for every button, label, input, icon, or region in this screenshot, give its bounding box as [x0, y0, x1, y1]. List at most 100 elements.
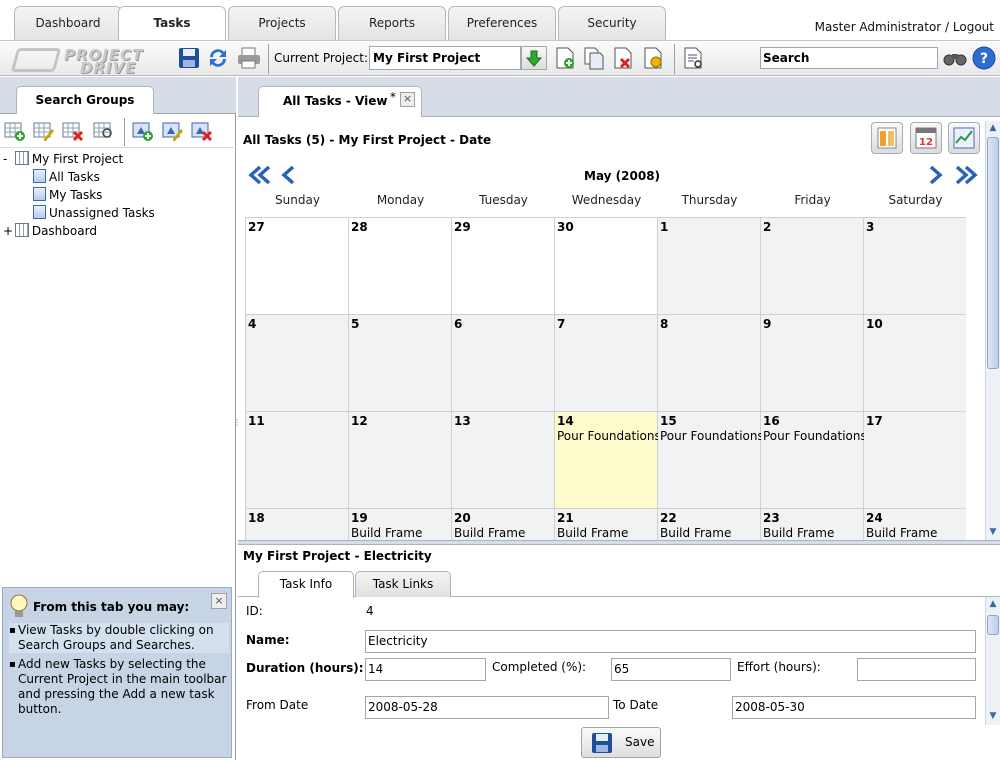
next-month-icon[interactable] — [928, 164, 944, 189]
tree-item-my-first-project[interactable]: - My First Project — [3, 150, 123, 168]
print-icon[interactable] — [236, 46, 260, 70]
add-search-icon[interactable] — [131, 120, 155, 142]
scroll-up-icon[interactable]: ▲ — [986, 597, 1000, 611]
calendar-day-cell[interactable]: 30 — [555, 218, 658, 315]
calendar-day-cell[interactable]: 10 — [864, 315, 966, 412]
calendar-day-cell[interactable]: 1 — [658, 218, 761, 315]
close-tab-icon[interactable]: × — [400, 92, 415, 107]
calendar-event[interactable]: Build Frame — [660, 526, 731, 540]
next-year-icon[interactable] — [954, 164, 978, 189]
tab-preferences[interactable]: Preferences — [448, 6, 556, 40]
calendar-day-cell[interactable]: 6 — [452, 315, 555, 412]
duration-field[interactable]: 14 — [365, 658, 486, 681]
add-group-icon[interactable] — [3, 120, 27, 142]
task-properties-icon[interactable] — [641, 46, 665, 70]
calendar-day-cell[interactable]: 13 — [452, 412, 555, 509]
calendar-day-cell[interactable]: 29 — [452, 218, 555, 315]
tree-item-my-tasks[interactable]: My Tasks — [33, 186, 102, 204]
calendar-event[interactable]: Pour Foundations — [660, 429, 764, 443]
tree-toggle[interactable]: + — [3, 222, 13, 240]
calendar-event[interactable]: Build Frame — [351, 526, 422, 540]
calendar-day-cell[interactable]: 11 — [246, 412, 349, 509]
binoculars-icon[interactable] — [942, 46, 968, 70]
completed-field[interactable]: 65 — [611, 658, 731, 681]
edit-group-icon[interactable] — [32, 120, 56, 142]
scroll-up-icon[interactable]: ▲ — [986, 121, 1000, 135]
refresh-icon[interactable] — [206, 46, 230, 70]
calendar-day-cell[interactable]: 14 Pour Foundations — [555, 412, 661, 509]
tree-item-unassigned-tasks[interactable]: Unassigned Tasks — [33, 204, 155, 222]
previous-month-icon[interactable] — [280, 164, 296, 189]
calendar-day-cell[interactable]: 27 — [246, 218, 349, 315]
calendar-event[interactable]: Build Frame — [763, 526, 834, 540]
calendar-day-cell[interactable]: 20 Build Frame — [452, 509, 555, 541]
calendar-day-cell[interactable]: 16 Pour Foundations — [761, 412, 867, 509]
delete-group-icon[interactable] — [61, 120, 85, 142]
chart-view-icon[interactable] — [948, 122, 980, 154]
task-report-icon[interactable] — [681, 46, 705, 70]
tab-projects[interactable]: Projects — [228, 6, 336, 40]
tab-search-groups[interactable]: Search Groups — [16, 86, 154, 114]
search-input[interactable] — [760, 47, 938, 69]
calendar-event[interactable]: Pour Foundations — [763, 429, 867, 443]
calendar-scrollbar[interactable]: ▲ ▼ — [985, 121, 1000, 541]
calendar-day-cell[interactable]: 5 — [349, 315, 452, 412]
calendar-day-cell[interactable]: 19 Build Frame — [349, 509, 452, 541]
calendar-day-cell[interactable]: 17 — [864, 412, 966, 509]
calendar-day-cell[interactable]: 9 — [761, 315, 864, 412]
scroll-thumb[interactable] — [987, 615, 999, 635]
scroll-thumb[interactable] — [987, 137, 999, 369]
edit-search-icon[interactable] — [161, 120, 185, 142]
calendar-day-cell[interactable]: 12 — [349, 412, 452, 509]
copy-task-icon[interactable] — [582, 46, 606, 70]
to-date-field[interactable]: 2008-05-30 — [732, 696, 976, 719]
calendar-day-cell[interactable]: 24 Build Frame — [864, 509, 966, 541]
calendar-event[interactable]: Build Frame — [557, 526, 628, 540]
gantt-view-icon[interactable] — [871, 122, 903, 154]
scroll-down-icon[interactable]: ▼ — [986, 709, 1000, 723]
calendar-day-cell[interactable]: 7 — [555, 315, 658, 412]
previous-year-icon[interactable] — [248, 164, 272, 189]
delete-task-icon[interactable] — [611, 46, 635, 70]
calendar-event[interactable]: Build Frame — [454, 526, 525, 540]
delete-search-icon[interactable] — [190, 120, 214, 142]
calendar-day-cell[interactable]: 3 — [864, 218, 966, 315]
tab-task-links[interactable]: Task Links — [355, 571, 451, 597]
calendar-day-cell[interactable]: 22 Build Frame — [658, 509, 761, 541]
name-field[interactable]: Electricity — [365, 630, 976, 653]
view-group-icon[interactable] — [92, 120, 116, 142]
calendar-day-cell[interactable]: 2 — [761, 218, 864, 315]
calendar-day-cell[interactable]: 21 Build Frame — [555, 509, 658, 541]
calendar-event[interactable]: Build Frame — [866, 526, 937, 540]
calendar-day-cell[interactable]: 28 — [349, 218, 452, 315]
calendar-view-icon[interactable]: 12 — [910, 122, 942, 154]
select-project-arrow-icon[interactable] — [521, 46, 547, 70]
effort-field[interactable] — [857, 658, 976, 681]
tab-task-info[interactable]: Task Info — [258, 571, 354, 598]
tree-item-dashboard[interactable]: + Dashboard — [3, 222, 97, 240]
save-button[interactable]: Save — [581, 727, 661, 758]
scroll-down-icon[interactable]: ▼ — [986, 525, 1000, 539]
current-project-select[interactable]: My First Project — [369, 46, 521, 70]
calendar-day-cell[interactable]: 8 — [658, 315, 761, 412]
tab-all-tasks-view[interactable]: All Tasks - View * × — [258, 86, 422, 117]
tree-toggle[interactable]: - — [3, 150, 11, 168]
calendar-day-cell[interactable]: 15 Pour Foundations — [658, 412, 764, 509]
user-logout-link[interactable]: Master Administrator / Logout — [815, 20, 994, 34]
calendar-day-cell[interactable]: 18 — [246, 509, 349, 541]
tab-reports[interactable]: Reports — [338, 6, 446, 40]
save-icon[interactable] — [177, 46, 201, 70]
tab-security[interactable]: Security — [558, 6, 666, 40]
tab-dashboard[interactable]: Dashboard — [14, 6, 122, 40]
add-task-icon[interactable] — [553, 46, 577, 70]
detail-scrollbar[interactable]: ▲ ▼ — [985, 597, 1000, 725]
tree-item-all-tasks[interactable]: All Tasks — [33, 168, 100, 186]
help-icon[interactable]: ? — [972, 46, 996, 70]
tab-tasks[interactable]: Tasks — [118, 6, 226, 41]
calendar-day-cell[interactable]: 23 Build Frame — [761, 509, 864, 541]
calendar-event[interactable]: Pour Foundations — [557, 429, 661, 443]
calendar-day-cell[interactable]: 4 — [246, 315, 349, 412]
view-splitter[interactable] — [238, 540, 1000, 545]
close-icon[interactable]: × — [211, 593, 227, 609]
from-date-field[interactable]: 2008-05-28 — [365, 696, 609, 719]
